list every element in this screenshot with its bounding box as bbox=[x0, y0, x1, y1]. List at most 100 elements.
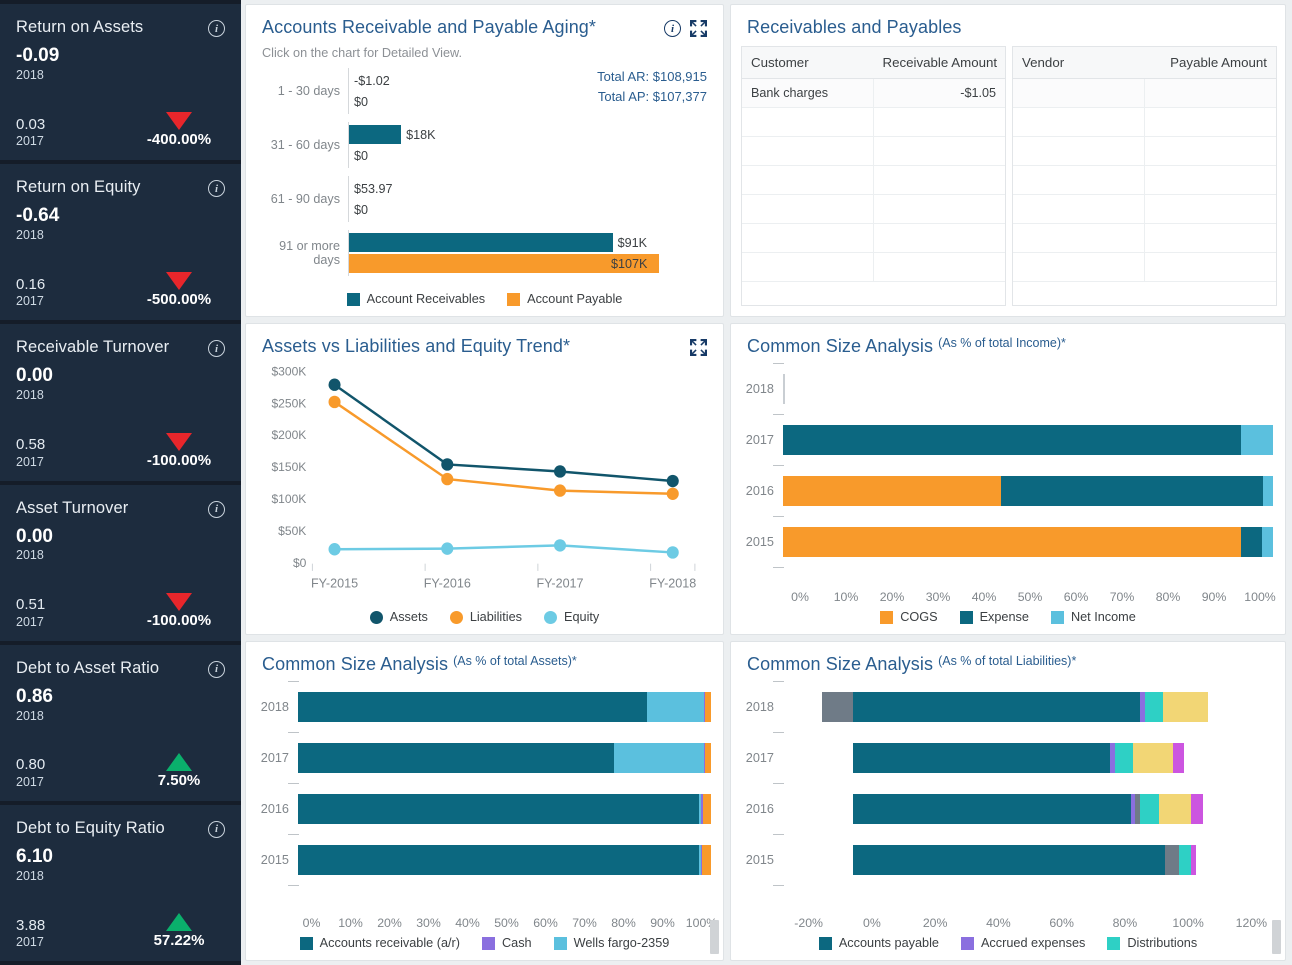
trend-data-point[interactable] bbox=[553, 484, 567, 497]
legend-item[interactable]: Equity bbox=[544, 610, 599, 624]
trend-data-point[interactable] bbox=[666, 487, 679, 500]
common-size-liabilities-chart[interactable]: 2018 2017 2016 2015 bbox=[731, 677, 1285, 916]
aging-row[interactable]: 31 - 60 days $18K $0 bbox=[256, 118, 713, 172]
stacked-bar-row[interactable]: 2017 bbox=[737, 415, 1273, 465]
stacked-bar[interactable] bbox=[853, 794, 1203, 824]
receivable-column-header[interactable]: Receivable Amount bbox=[873, 47, 1005, 79]
aging-ap-line[interactable]: $0 bbox=[349, 146, 713, 165]
trend-line-svg[interactable]: $0 $50K $100K $150K $200K $250K $300K FY-2015 FY… bbox=[250, 361, 713, 604]
payable-table-wrapper[interactable]: Vendor Payable Amount bbox=[1012, 46, 1277, 306]
trend-line-assets[interactable] bbox=[333, 383, 673, 483]
stacked-bar-row[interactable]: 2018 bbox=[737, 682, 1273, 732]
bar-segment[interactable] bbox=[821, 692, 853, 722]
legend-item[interactable]: Liabilities bbox=[449, 610, 522, 624]
info-icon[interactable]: i bbox=[208, 340, 225, 358]
bar-segment[interactable] bbox=[646, 692, 704, 722]
aging-ap-line[interactable]: $107K bbox=[349, 254, 713, 273]
bar-segment[interactable] bbox=[1164, 845, 1179, 875]
aging-ap-line[interactable]: $0 bbox=[349, 92, 713, 111]
stacked-bar[interactable] bbox=[821, 692, 1209, 722]
info-icon[interactable]: i bbox=[208, 180, 225, 198]
legend-item[interactable]: Account Payable bbox=[507, 292, 622, 306]
trend-data-point[interactable] bbox=[328, 395, 341, 409]
payable-column-header[interactable]: Payable Amount bbox=[1144, 47, 1276, 79]
stacked-bar[interactable] bbox=[298, 692, 711, 722]
bar-segment[interactable] bbox=[1162, 692, 1209, 722]
expand-icon[interactable] bbox=[690, 339, 707, 356]
aging-ar-line[interactable]: -$1.02 bbox=[349, 71, 713, 90]
receivable-column-header[interactable]: Customer bbox=[742, 47, 874, 79]
bar-segment[interactable] bbox=[1115, 743, 1133, 773]
bar-segment[interactable] bbox=[1241, 527, 1263, 557]
trend-line-equity[interactable] bbox=[334, 544, 673, 554]
payable-column-header[interactable]: Vendor bbox=[1013, 47, 1145, 79]
aging-ar-bar[interactable] bbox=[349, 125, 402, 144]
bar-segment[interactable] bbox=[1145, 692, 1163, 722]
bar-segment[interactable] bbox=[298, 794, 699, 824]
info-icon[interactable]: i bbox=[664, 20, 681, 37]
trend-data-point[interactable] bbox=[553, 465, 567, 478]
table-row[interactable] bbox=[1013, 194, 1276, 224]
stacked-bar-row[interactable]: 2016 bbox=[252, 784, 711, 834]
stacked-bar[interactable] bbox=[298, 794, 711, 824]
kpi-card[interactable]: Return on Assets i -0.09 2018 0.03 2017 -400.0… bbox=[0, 4, 241, 161]
legend-item[interactable]: Accrued expenses bbox=[960, 936, 1085, 950]
payable-table-body[interactable] bbox=[1013, 78, 1276, 282]
receivable-table-body[interactable]: Bank charges -$1.05 bbox=[742, 78, 1005, 282]
bar-segment[interactable] bbox=[1159, 794, 1191, 824]
kpi-card[interactable]: Debt to Asset Ratio i 0.86 2018 0.80 2017 7.50… bbox=[0, 644, 241, 801]
legend-item[interactable]: COGS bbox=[880, 610, 938, 624]
legend-item[interactable]: Accounts payable bbox=[818, 936, 939, 950]
bar-segment[interactable] bbox=[783, 527, 1242, 557]
aging-chart[interactable]: 1 - 30 days -$1.02 $0 31 - 60 days $18K $0 61 … bbox=[246, 60, 723, 286]
legend-item[interactable]: Assets bbox=[369, 610, 428, 624]
common-size-income-chart[interactable]: 2018 2017 2016 2015 bbox=[731, 359, 1285, 590]
stacked-bar[interactable] bbox=[783, 476, 1273, 506]
table-row[interactable] bbox=[1013, 223, 1276, 253]
bar-segment[interactable] bbox=[853, 845, 1165, 875]
table-row[interactable] bbox=[742, 194, 1005, 224]
common-size-assets-chart[interactable]: 2018 2017 2016 2015 bbox=[246, 677, 723, 916]
bar-segment[interactable] bbox=[853, 794, 1132, 824]
bar-segment[interactable] bbox=[1173, 743, 1184, 773]
table-row[interactable] bbox=[1013, 107, 1276, 137]
bar-segment[interactable] bbox=[853, 692, 1140, 722]
vertical-scrollbar[interactable] bbox=[710, 920, 719, 954]
stacked-bar-row[interactable]: 2015 bbox=[737, 835, 1273, 885]
kpi-card[interactable]: Return on Equity i -0.64 2018 0.16 2017 -500.0… bbox=[0, 164, 241, 321]
trend-data-point[interactable] bbox=[328, 543, 341, 556]
bar-segment[interactable] bbox=[298, 692, 647, 722]
bar-segment[interactable] bbox=[1132, 743, 1174, 773]
bar-segment[interactable] bbox=[701, 845, 711, 875]
bar-segment[interactable] bbox=[298, 743, 614, 773]
bar-segment[interactable] bbox=[613, 743, 704, 773]
table-row[interactable]: Bank charges -$1.05 bbox=[742, 78, 1005, 108]
stacked-bar-row[interactable]: 2016 bbox=[737, 466, 1273, 516]
aging-ar-line[interactable]: $53.97 bbox=[349, 179, 713, 198]
stacked-bar[interactable] bbox=[298, 743, 711, 773]
info-icon[interactable]: i bbox=[208, 820, 225, 838]
stacked-bar-row[interactable]: 2015 bbox=[252, 835, 711, 885]
stacked-bar[interactable] bbox=[783, 425, 1273, 455]
aging-ar-bar[interactable] bbox=[349, 233, 613, 252]
info-icon[interactable]: i bbox=[208, 20, 225, 37]
legend-item[interactable]: Expense bbox=[959, 610, 1029, 624]
stacked-bar-row[interactable]: 2015 bbox=[737, 517, 1273, 567]
trend-chart[interactable]: $0 $50K $100K $150K $200K $250K $300K FY-2015 FY… bbox=[246, 359, 723, 604]
aging-ar-line[interactable]: $91K bbox=[349, 233, 713, 252]
trend-data-point[interactable] bbox=[441, 472, 454, 486]
bar-segment[interactable] bbox=[1001, 476, 1264, 506]
bar-segment[interactable] bbox=[853, 743, 1111, 773]
bar-segment[interactable] bbox=[702, 794, 711, 824]
trend-data-point[interactable] bbox=[553, 539, 567, 552]
legend-item[interactable]: Wells fargo-2359 bbox=[553, 936, 669, 950]
table-row[interactable] bbox=[1013, 136, 1276, 166]
bar-segment[interactable] bbox=[1263, 476, 1273, 506]
legend-item[interactable]: Distributions bbox=[1107, 936, 1197, 950]
bar-segment[interactable] bbox=[1190, 845, 1196, 875]
bar-segment[interactable] bbox=[783, 476, 1002, 506]
table-row[interactable] bbox=[742, 107, 1005, 137]
legend-item[interactable]: Net Income bbox=[1050, 610, 1136, 624]
bar-segment[interactable] bbox=[1241, 425, 1273, 455]
trend-data-point[interactable] bbox=[328, 378, 341, 391]
